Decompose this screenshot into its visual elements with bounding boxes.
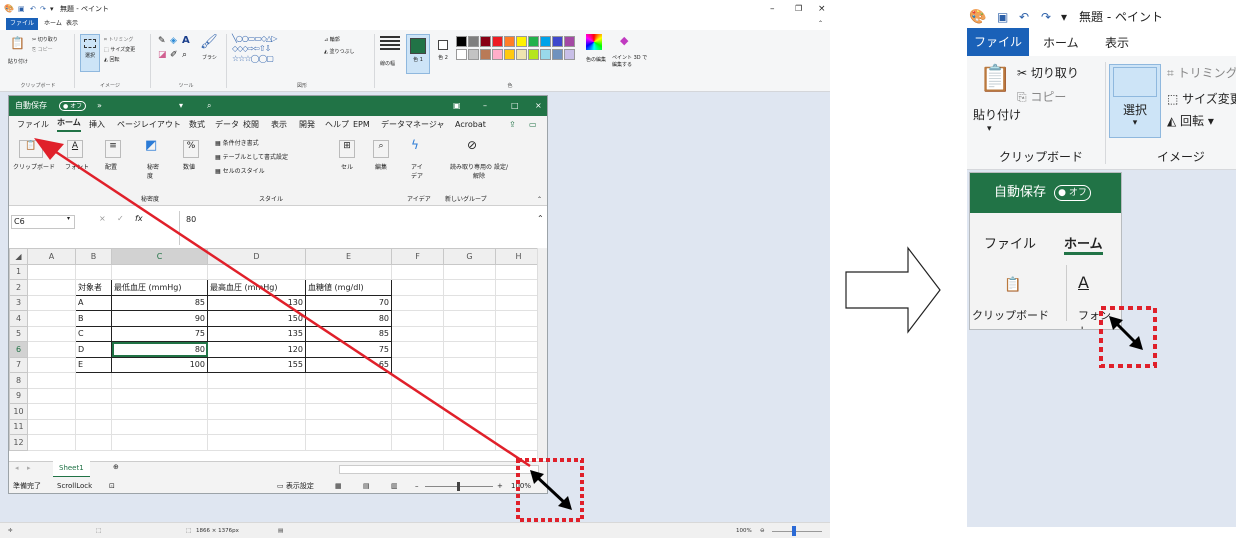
paint-window: 🎨 ▣ ↶ ↷ ▾ 無題 - ペイント – ❐ × ファイル ホーム 表示 ⌃ … xyxy=(0,0,830,538)
red-arrow-line xyxy=(49,146,531,468)
zoomed-view: 🎨 ▣ ↶ ↷ ▾ 無題 - ペイント ファイル ホーム 表示 📋 貼り付け ▾… xyxy=(967,0,1236,527)
red-arrow-head xyxy=(34,138,64,160)
zoom-resize-cursor-line xyxy=(1113,320,1139,346)
resize-cursor-line xyxy=(534,474,568,506)
annotation-overlay xyxy=(34,138,584,522)
zoom-annotation-overlay xyxy=(1099,306,1157,368)
right-arrow-icon xyxy=(845,246,941,334)
